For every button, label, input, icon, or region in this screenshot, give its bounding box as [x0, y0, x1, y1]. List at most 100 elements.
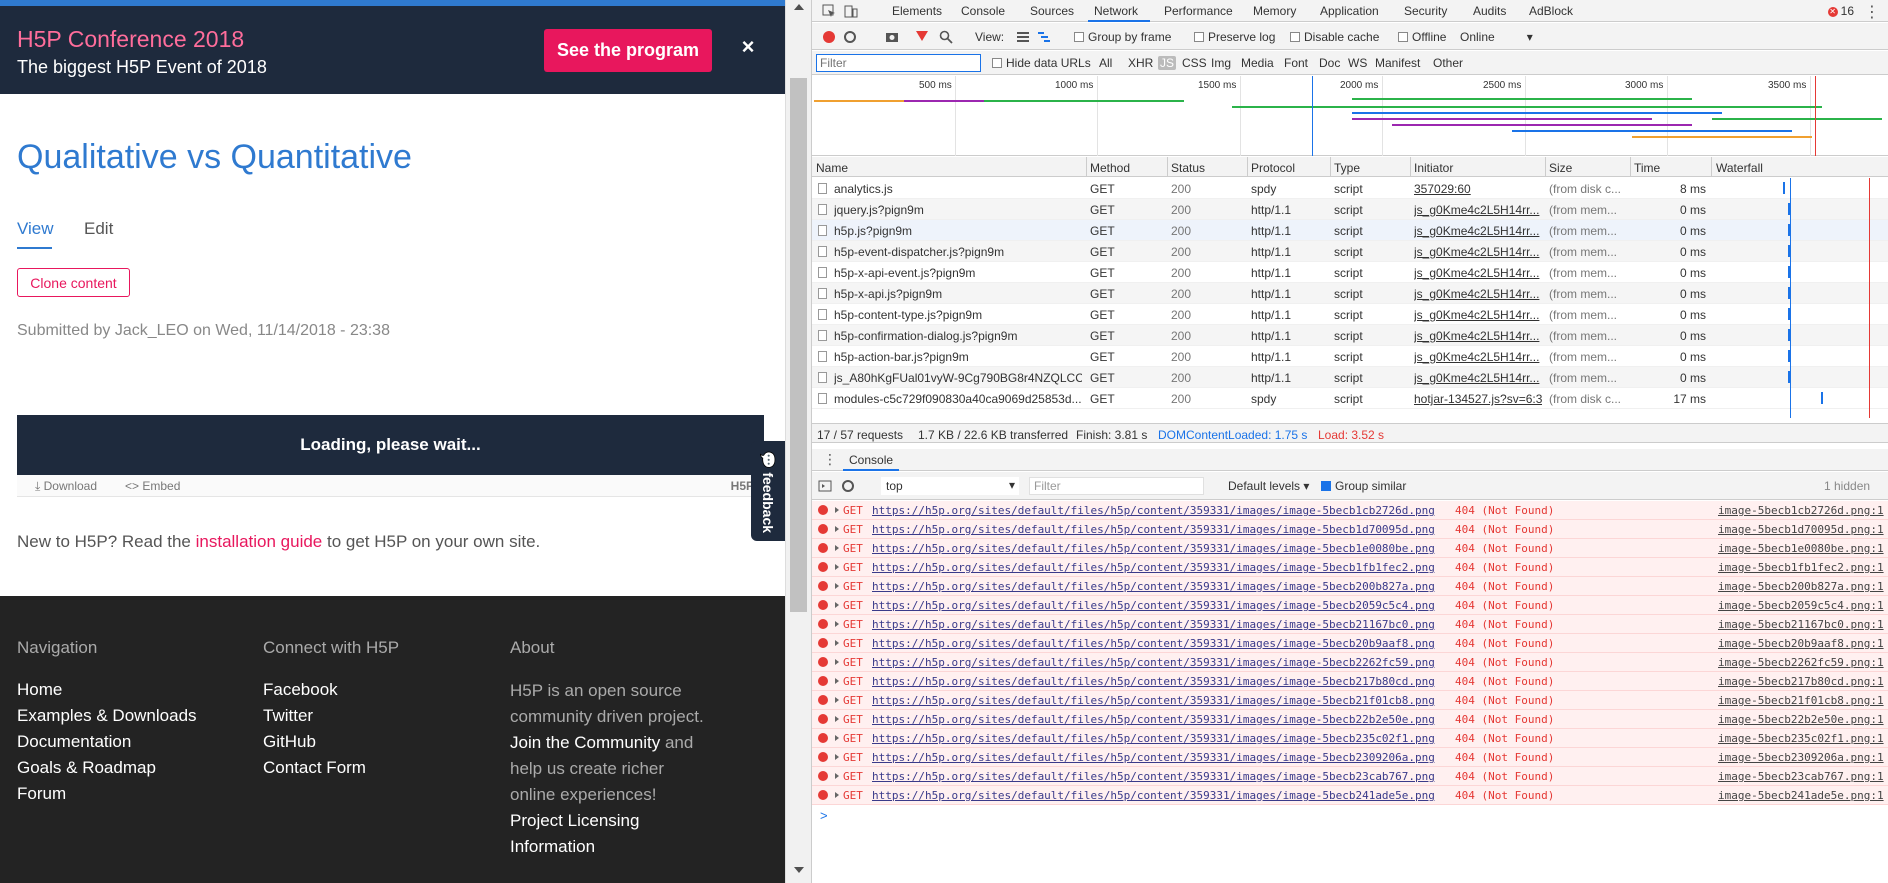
request-url[interactable]: https://h5p.org/sites/default/files/h5p/…	[872, 732, 1435, 745]
cell-initiator[interactable]: js_g0Kme4c2L5H14rr...	[1414, 350, 1542, 364]
column-waterfall[interactable]: Waterfall	[1716, 161, 1763, 175]
message-source-link[interactable]: image-5becb2309206a.png:1	[1718, 751, 1884, 764]
request-url[interactable]: https://h5p.org/sites/default/files/h5p/…	[872, 675, 1435, 688]
hide-data-urls-checkbox[interactable]	[992, 58, 1002, 68]
expand-arrow-icon[interactable]	[835, 678, 839, 684]
footer-link-roadmap[interactable]: Goals & Roadmap	[17, 758, 156, 778]
table-row[interactable]: h5p.js?pign9m GET 200 http/1.1 script js_g0Km…	[812, 220, 1888, 241]
tab-sources[interactable]: Sources	[1030, 4, 1074, 18]
cell-initiator[interactable]: js_g0Kme4c2L5H14rr...	[1414, 329, 1542, 343]
message-source-link[interactable]: image-5becb217b80cd.png:1	[1718, 675, 1884, 688]
request-url[interactable]: https://h5p.org/sites/default/files/h5p/…	[872, 694, 1435, 707]
tab-performance[interactable]: Performance	[1164, 4, 1233, 18]
download-button[interactable]: ⤓ Download	[35, 479, 97, 494]
waterfall-overview-icon[interactable]	[1037, 30, 1051, 44]
message-source-link[interactable]: image-5becb1fb1fec2.png:1	[1718, 561, 1884, 574]
footer-link-contact[interactable]: Contact Form	[263, 758, 366, 778]
join-community-link[interactable]: Join the Community	[510, 733, 660, 752]
type-filter-ws[interactable]: WS	[1348, 56, 1367, 70]
column-method[interactable]: Method	[1090, 161, 1130, 175]
table-row[interactable]: js_A80hKgFUal01vyW-9Cg790BG8r4NZQLCC... G…	[812, 367, 1888, 388]
expand-arrow-icon[interactable]	[835, 716, 839, 722]
table-row[interactable]: h5p-confirmation-dialog.js?pign9m GET 200 h…	[812, 325, 1888, 346]
column-name[interactable]: Name	[816, 161, 848, 175]
console-error-message[interactable]: GET https://h5p.org/sites/default/files/h…	[812, 520, 1888, 539]
tab-memory[interactable]: Memory	[1253, 4, 1296, 18]
search-icon[interactable]	[939, 30, 953, 44]
tab-security[interactable]: Security	[1404, 4, 1447, 18]
request-url[interactable]: https://h5p.org/sites/default/files/h5p/…	[872, 599, 1435, 612]
scrollbar-thumb[interactable]	[790, 78, 807, 612]
request-url[interactable]: https://h5p.org/sites/default/files/h5p/…	[872, 504, 1435, 517]
disable-cache-checkbox[interactable]	[1290, 32, 1300, 42]
request-url[interactable]: https://h5p.org/sites/default/files/h5p/…	[872, 789, 1435, 802]
console-error-message[interactable]: GET https://h5p.org/sites/default/files/h…	[812, 558, 1888, 577]
cell-initiator[interactable]: js_g0Kme4c2L5H14rr...	[1414, 245, 1542, 259]
column-protocol[interactable]: Protocol	[1251, 161, 1295, 175]
cell-initiator[interactable]: js_g0Kme4c2L5H14rr...	[1414, 203, 1542, 217]
message-source-link[interactable]: image-5becb1cb2726d.png:1	[1718, 504, 1884, 517]
message-source-link[interactable]: image-5becb22b2e50e.png:1	[1718, 713, 1884, 726]
type-filter-media[interactable]: Media	[1241, 56, 1274, 70]
offline-checkbox[interactable]	[1398, 32, 1408, 42]
type-filter-font[interactable]: Font	[1284, 56, 1308, 70]
footer-link-twitter[interactable]: Twitter	[263, 706, 313, 726]
table-row[interactable]: h5p-event-dispatcher.js?pign9m GET 200 http…	[812, 241, 1888, 262]
type-filter-js[interactable]: JS	[1158, 56, 1177, 70]
message-source-link[interactable]: image-5becb1d70095d.png:1	[1718, 523, 1884, 536]
table-row[interactable]: analytics.js GET 200 spdy script 357029:60 (fr…	[812, 178, 1888, 199]
offline-option[interactable]: Offline	[1398, 30, 1446, 44]
expand-arrow-icon[interactable]	[835, 507, 839, 513]
message-source-link[interactable]: image-5becb21f01cb8.png:1	[1718, 694, 1884, 707]
cell-initiator[interactable]: js_g0Kme4c2L5H14rr...	[1414, 371, 1542, 385]
expand-arrow-icon[interactable]	[835, 659, 839, 665]
console-error-message[interactable]: GET https://h5p.org/sites/default/files/h…	[812, 729, 1888, 748]
column-time[interactable]: Time	[1634, 161, 1660, 175]
close-icon[interactable]: ×	[739, 36, 757, 58]
large-rows-icon[interactable]	[1016, 30, 1030, 44]
expand-arrow-icon[interactable]	[835, 735, 839, 741]
tab-adblock[interactable]: AdBlock	[1529, 4, 1573, 18]
table-row[interactable]: h5p-action-bar.js?pign9m GET 200 http/1.1 sc…	[812, 346, 1888, 367]
request-url[interactable]: https://h5p.org/sites/default/files/h5p/…	[872, 542, 1435, 555]
message-source-link[interactable]: image-5becb20b9aaf8.png:1	[1718, 637, 1884, 650]
footer-link-forum[interactable]: Forum	[17, 784, 66, 804]
expand-arrow-icon[interactable]	[835, 583, 839, 589]
type-filter-doc[interactable]: Doc	[1319, 56, 1340, 70]
footer-link-home[interactable]: Home	[17, 680, 62, 700]
expand-arrow-icon[interactable]	[835, 773, 839, 779]
clear-icon[interactable]	[844, 31, 856, 43]
table-row[interactable]: modules-c5c729f090830a40ca9069d25853d...…	[812, 388, 1888, 409]
request-url[interactable]: https://h5p.org/sites/default/files/h5p/…	[872, 618, 1435, 631]
message-source-link[interactable]: image-5becb235c02f1.png:1	[1718, 732, 1884, 745]
tab-edit[interactable]: Edit	[84, 219, 113, 239]
request-url[interactable]: https://h5p.org/sites/default/files/h5p/…	[872, 561, 1435, 574]
request-url[interactable]: https://h5p.org/sites/default/files/h5p/…	[872, 637, 1435, 650]
embed-button[interactable]: <> Embed	[125, 479, 180, 493]
expand-arrow-icon[interactable]	[835, 792, 839, 798]
table-row[interactable]: h5p-content-type.js?pign9m GET 200 http/1.1…	[812, 304, 1888, 325]
cell-initiator[interactable]: js_g0Kme4c2L5H14rr...	[1414, 287, 1542, 301]
footer-link-examples[interactable]: Examples & Downloads	[17, 706, 197, 726]
console-prompt[interactable]: >	[820, 808, 828, 823]
tab-view[interactable]: View	[17, 219, 54, 239]
throttling-select[interactable]: Online ▾	[1460, 30, 1533, 44]
message-source-link[interactable]: image-5becb2059c5c4.png:1	[1718, 599, 1884, 612]
preserve-log-checkbox[interactable]	[1194, 32, 1204, 42]
message-source-link[interactable]: image-5becb2262fc59.png:1	[1718, 656, 1884, 669]
console-error-message[interactable]: GET https://h5p.org/sites/default/files/h…	[812, 501, 1888, 520]
cell-initiator[interactable]: 357029:60	[1414, 182, 1542, 196]
console-error-message[interactable]: GET https://h5p.org/sites/default/files/h…	[812, 653, 1888, 672]
console-error-message[interactable]: GET https://h5p.org/sites/default/files/h…	[812, 596, 1888, 615]
filter-icon[interactable]	[916, 31, 928, 41]
console-error-message[interactable]: GET https://h5p.org/sites/default/files/h…	[812, 767, 1888, 786]
scroll-up-arrow-icon[interactable]	[794, 4, 804, 10]
console-filter-input[interactable]: Filter	[1029, 477, 1204, 495]
error-count-badge[interactable]: ✕ 16	[1827, 4, 1854, 18]
feedback-tab[interactable]: 💬 feedback	[751, 441, 785, 541]
inspect-element-icon[interactable]	[822, 4, 836, 18]
clear-console-icon[interactable]	[842, 480, 854, 492]
request-url[interactable]: https://h5p.org/sites/default/files/h5p/…	[872, 751, 1435, 764]
column-status[interactable]: Status	[1171, 161, 1205, 175]
expand-arrow-icon[interactable]	[835, 526, 839, 532]
